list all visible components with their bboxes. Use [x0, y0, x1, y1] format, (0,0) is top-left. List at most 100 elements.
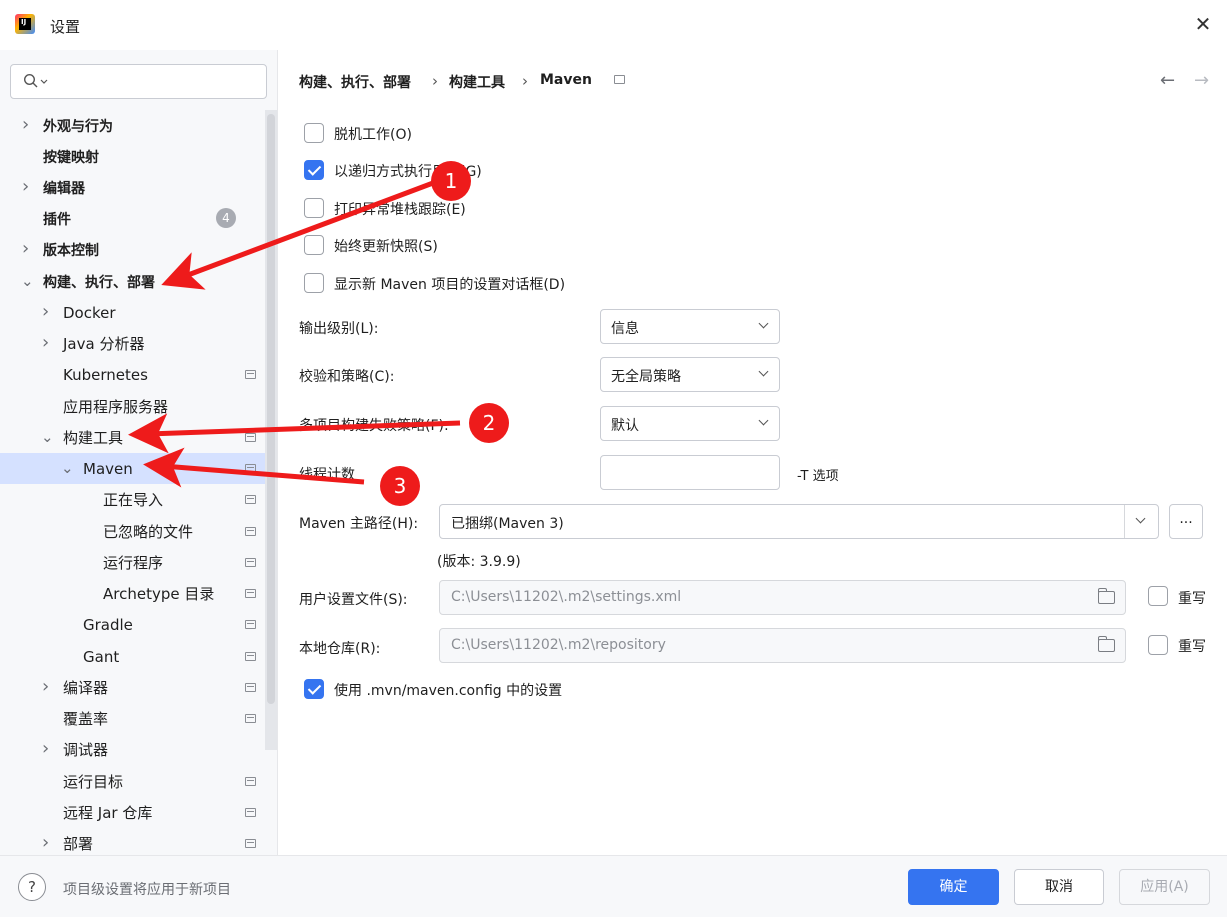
sidebar-item-label: Gant — [83, 647, 120, 666]
logo-text: IJ — [21, 18, 27, 26]
sidebar-item-gant[interactable]: Gant — [0, 641, 265, 672]
multiproject-fail-policy-select[interactable]: 默认 — [600, 406, 780, 441]
chevron-right-icon[interactable] — [22, 120, 34, 132]
thread-count-input[interactable] — [600, 455, 780, 490]
forward-arrow-icon[interactable]: → — [1194, 70, 1209, 91]
sidebar-item-plugins[interactable]: 插件 4 — [0, 203, 265, 234]
sidebar-item-label: Docker — [63, 303, 116, 322]
sidebar-item-label: 已忽略的文件 — [103, 523, 194, 541]
sidebar-item-debugger[interactable]: 调试器 — [0, 734, 265, 765]
output-level-select[interactable]: 信息 — [600, 309, 780, 344]
thread-count-label: 线程计数 — [299, 467, 355, 483]
chevron-right-icon[interactable] — [22, 244, 34, 256]
chevron-right-icon[interactable] — [42, 307, 54, 319]
recursive-checkbox[interactable] — [304, 160, 324, 180]
sidebar-item-editor[interactable]: 编辑器 — [0, 172, 265, 203]
offline-checkbox[interactable] — [304, 123, 324, 143]
sidebar-item-label: 应用程序服务器 — [63, 398, 169, 416]
local-repo-path: C:\Users\11202\.m2\repository — [451, 637, 666, 653]
title-bar: IJ 设置 ✕ — [0, 0, 1227, 50]
maven-home-value: 已捆绑(Maven 3) — [451, 516, 564, 532]
footer-hint: 项目级设置将应用于新项目 — [63, 882, 231, 898]
sidebar-item-importing[interactable]: 正在导入 — [0, 484, 265, 515]
maven-home-label: Maven 主路径(H): — [299, 516, 419, 532]
sidebar-item-vcs[interactable]: 版本控制 — [0, 234, 265, 265]
sidebar-item-label: 版本控制 — [43, 242, 99, 259]
project-level-icon — [245, 433, 256, 442]
scrollbar-thumb[interactable] — [267, 114, 275, 704]
show-settings-dialog-label: 显示新 Maven 项目的设置对话框(D) — [334, 277, 566, 293]
chevron-down-icon[interactable] — [41, 432, 53, 444]
maven-home-browse-button[interactable]: ... — [1169, 504, 1203, 539]
breadcrumb-build-tools[interactable]: 构建工具 — [449, 72, 505, 92]
sidebar-item-label: 远程 Jar 仓库 — [63, 804, 153, 822]
local-repo-override-checkbox[interactable] — [1148, 635, 1168, 655]
annotation-number-3: 3 — [380, 466, 420, 506]
apply-button[interactable]: 应用(A) — [1119, 869, 1210, 905]
back-arrow-icon[interactable]: ← — [1160, 70, 1175, 91]
sidebar-item-kubernetes[interactable]: Kubernetes — [0, 359, 265, 390]
breadcrumb-separator: › — [522, 72, 528, 90]
close-icon[interactable]: ✕ — [1191, 12, 1215, 36]
ok-button[interactable]: 确定 — [908, 869, 999, 905]
user-settings-path: C:\Users\11202\.m2\settings.xml — [451, 589, 682, 605]
sidebar-item-appearance[interactable]: 外观与行为 — [0, 110, 265, 141]
stacktrace-checkbox[interactable] — [304, 198, 324, 218]
sidebar-item-compiler[interactable]: 编译器 — [0, 672, 265, 703]
sidebar-item-label: 外观与行为 — [43, 118, 113, 135]
user-settings-path-field[interactable]: C:\Users\11202\.m2\settings.xml — [439, 580, 1126, 615]
sidebar-item-label: 运行程序 — [103, 554, 164, 572]
sidebar-item-maven[interactable]: Maven — [0, 453, 265, 484]
dialog-footer: ? 项目级设置将应用于新项目 确定 取消 应用(A) — [0, 855, 1227, 917]
sidebar-item-label: 按键映射 — [43, 149, 99, 166]
search-icon — [23, 73, 38, 88]
sidebar-item-app-servers[interactable]: 应用程序服务器 — [0, 391, 265, 422]
maven-home-combo[interactable]: 已捆绑(Maven 3) — [439, 504, 1159, 539]
sidebar-item-label: 编译器 — [63, 679, 109, 697]
folder-icon[interactable] — [1097, 636, 1115, 652]
breadcrumb-maven: Maven — [540, 72, 592, 88]
chevron-right-icon[interactable] — [42, 744, 54, 756]
sidebar-item-ignored-files[interactable]: 已忽略的文件 — [0, 516, 265, 547]
local-repo-path-field[interactable]: C:\Users\11202\.m2\repository — [439, 628, 1126, 663]
sidebar-item-run-targets[interactable]: 运行目标 — [0, 766, 265, 797]
checksum-policy-select[interactable]: 无全局策略 — [600, 357, 780, 392]
sidebar-item-archetype-catalogs[interactable]: Archetype 目录 — [0, 578, 265, 609]
use-maven-config-checkbox[interactable] — [304, 679, 324, 699]
chevron-down-icon[interactable] — [21, 276, 33, 288]
sidebar-item-keymap[interactable]: 按键映射 — [0, 141, 265, 172]
sidebar-item-label: 编辑器 — [43, 180, 85, 197]
chevron-down-icon[interactable] — [61, 463, 73, 475]
sidebar-item-gradle[interactable]: Gradle — [0, 609, 265, 640]
chevron-right-icon[interactable] — [42, 682, 54, 694]
help-icon[interactable]: ? — [18, 873, 46, 901]
sidebar-item-java-profiler[interactable]: Java 分析器 — [0, 328, 265, 359]
sidebar-item-runner[interactable]: 运行程序 — [0, 547, 265, 578]
thread-count-suffix: -T 选项 — [797, 469, 839, 484]
sidebar-item-docker[interactable]: Docker — [0, 297, 265, 328]
chevron-right-icon[interactable] — [42, 838, 54, 850]
sidebar-item-build-tools[interactable]: 构建工具 — [0, 422, 265, 453]
project-level-icon — [245, 527, 256, 536]
breadcrumb-build-exec-deploy[interactable]: 构建、执行、部署 — [299, 72, 411, 92]
update-snapshots-checkbox[interactable] — [304, 235, 324, 255]
show-settings-dialog-checkbox[interactable] — [304, 273, 324, 293]
user-settings-override-checkbox[interactable] — [1148, 586, 1168, 606]
chevron-right-icon[interactable] — [22, 182, 34, 194]
cancel-button[interactable]: 取消 — [1014, 869, 1104, 905]
sidebar-item-label: Java 分析器 — [63, 335, 145, 353]
sidebar-item-coverage[interactable]: 覆盖率 — [0, 703, 265, 734]
project-level-icon — [245, 777, 256, 786]
chevron-right-icon[interactable] — [42, 338, 54, 350]
search-input[interactable] — [10, 64, 267, 99]
sidebar-scrollbar[interactable] — [265, 110, 277, 750]
sidebar-item-remote-jar[interactable]: 远程 Jar 仓库 — [0, 797, 265, 828]
annotation-number-1: 1 — [431, 161, 471, 201]
sidebar-item-build-exec-deploy[interactable]: 构建、执行、部署 — [0, 266, 265, 297]
folder-icon[interactable] — [1097, 588, 1115, 604]
local-repo-override-label: 重写 — [1178, 639, 1206, 655]
chevron-down-icon — [759, 417, 769, 427]
project-level-icon — [245, 652, 256, 661]
chevron-down-icon[interactable] — [1136, 515, 1146, 525]
multiproject-fail-policy-value: 默认 — [611, 418, 639, 434]
